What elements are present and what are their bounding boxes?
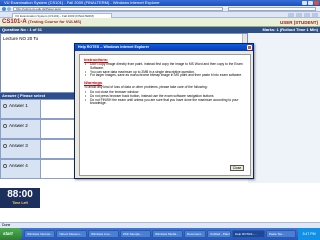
taskbar-button[interactable]: ZSK Sample... (120, 230, 151, 238)
dialog-close-button[interactable]: Close (230, 165, 244, 171)
course-title: CS101-A (Testing Course for VULMS) (2, 19, 81, 25)
browser-search-input[interactable] (228, 7, 316, 11)
print-icon[interactable] (296, 13, 302, 17)
home-icon[interactable] (288, 13, 294, 17)
maximize-icon[interactable] (308, 1, 313, 5)
dialog-body: Instructions: Don't copy image directly … (79, 54, 251, 176)
taskbar-button[interactable]: Windows Media... (152, 230, 183, 238)
exam-header: CS101-A (Testing Course for VULMS) USER … (0, 18, 320, 27)
browser-toolbar (258, 13, 318, 17)
answer-label: Answer 4 (1, 160, 41, 178)
course-name: (Testing Course for VULMS) (28, 19, 82, 24)
answer-label: Answer 3 (1, 140, 41, 158)
warnings-list: Do not close the browser window Do not p… (84, 90, 246, 107)
answer-label: Answer 2 (1, 120, 41, 138)
instructions-list: Don't copy image directly from paint, in… (84, 62, 246, 78)
answer-label-text: Answer 3 (9, 143, 28, 148)
right-panel (248, 33, 320, 183)
dialog-title-bar: Help ROTES -- Windows Internet Explorer (75, 44, 253, 51)
taskbar-button[interactable]: Windows Internet... (24, 230, 55, 238)
course-code: CS101-A (2, 19, 27, 25)
start-button[interactable]: start (0, 228, 22, 240)
time-left-label: Time Left (12, 201, 28, 205)
forward-icon[interactable] (7, 7, 11, 11)
answer-label-text: Answer 1 (9, 103, 28, 108)
answer-label-text: Answer 4 (9, 163, 28, 168)
help-dialog: Help ROTES -- Windows Internet Explorer … (74, 43, 254, 179)
dialog-title: Help ROTES -- Windows Internet Explorer (78, 45, 150, 49)
status-text: Done (2, 223, 11, 227)
user-name: USER (STUDENT) (280, 20, 318, 25)
time-left-panel: 88:00 Time Left (0, 188, 40, 208)
instruction-item: For larger images, save as monochrome bi… (84, 74, 246, 78)
answer-label: Answer 1 (1, 100, 41, 118)
taskbar-button-active[interactable]: Help ROTES -... (232, 230, 265, 238)
taskbar: start Windows Internet... Yahoo! Messen.… (0, 228, 320, 240)
taskbar-button[interactable]: Document... (184, 230, 206, 238)
dialog-close-icon[interactable] (247, 45, 252, 50)
answer-label-text: Answer 2 (9, 123, 28, 128)
taskbar-clock: 3:47 PM (298, 228, 320, 240)
page-menu-icon[interactable] (304, 13, 310, 17)
tools-menu-icon[interactable] (312, 13, 318, 17)
taskbar-button[interactable]: Untitled - Paint (207, 230, 231, 238)
minimize-icon[interactable] (302, 1, 307, 5)
answer-radio[interactable] (3, 124, 7, 128)
close-window-icon[interactable] (314, 1, 319, 5)
back-icon[interactable] (2, 7, 6, 11)
warning-item: Do not FINISH the exam until unless you … (84, 98, 246, 107)
question-text: Lecture NO 20 To (3, 36, 39, 41)
taskbar-button[interactable]: Paste Tax... (266, 230, 296, 238)
time-left-value: 88:00 (7, 189, 33, 200)
taskbar-button[interactable]: Windows Live... (88, 230, 119, 238)
taskbar-button[interactable]: Yahoo! Messen... (56, 230, 87, 238)
window-title: VU Examination System (CS101) - Fall 200… (4, 0, 160, 5)
address-input[interactable]: http://vulms.vu.edu.pk/Paper.aspx (13, 7, 223, 11)
answer-radio[interactable] (3, 164, 7, 168)
answer-radio[interactable] (3, 144, 7, 148)
answer-radio[interactable] (3, 104, 7, 108)
window-controls (302, 1, 319, 5)
